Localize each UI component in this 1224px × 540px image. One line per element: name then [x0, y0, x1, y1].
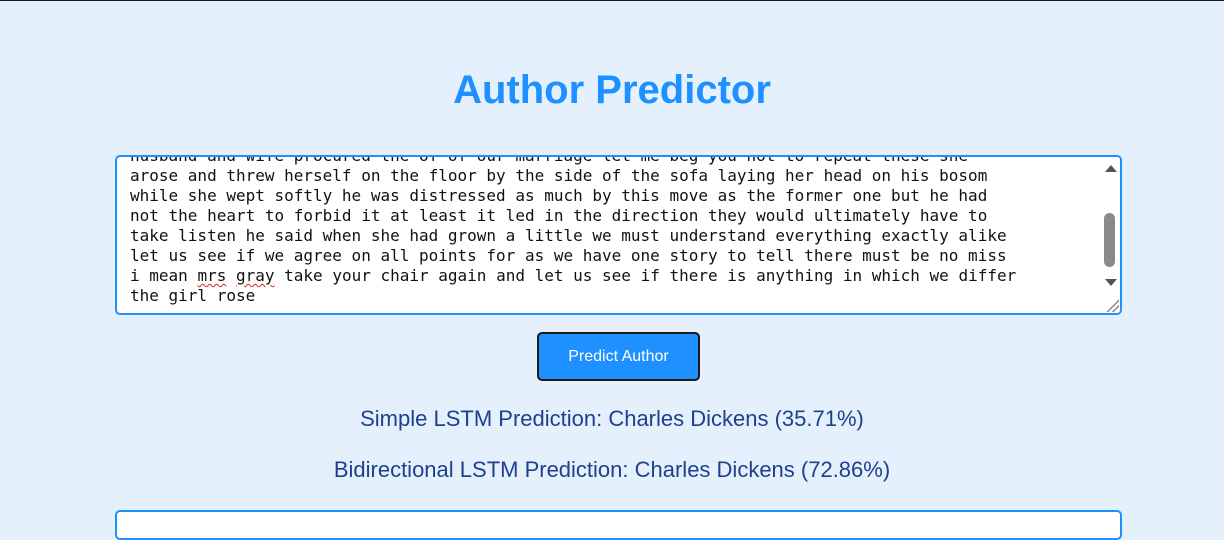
text-line-segment [226, 266, 236, 285]
scroll-thumb[interactable] [1104, 213, 1115, 267]
text-line-segment: i mean [130, 266, 198, 285]
text-line: the girl rose [130, 286, 256, 305]
text-line: arose and threw herself on the floor by … [130, 166, 988, 185]
page-title: Author Predictor [453, 68, 771, 112]
bidirectional-lstm-result: Bidirectional LSTM Prediction: Charles D… [333, 457, 891, 482]
predict-author-button[interactable]: Predict Author [537, 332, 700, 381]
text-line: husband and wife procured the of of our … [130, 155, 969, 165]
text-input-content[interactable]: husband and wife procured the of of our … [130, 155, 1100, 306]
text-line: not the heart to forbid it at least it l… [130, 206, 988, 225]
textarea-scrollbar[interactable] [1100, 157, 1120, 313]
scroll-up-arrow-icon[interactable] [1105, 165, 1117, 172]
scroll-down-arrow-icon[interactable] [1105, 279, 1117, 286]
text-line: take listen he said when she had grown a… [130, 226, 1007, 245]
simple-lstm-result: Simple LSTM Prediction: Charles Dickens … [360, 406, 864, 431]
resize-grip-icon[interactable] [1105, 298, 1119, 312]
text-line: let us see if we agree on all points for… [130, 246, 1007, 265]
misspelled-word: gray [235, 266, 275, 285]
output-box [115, 510, 1122, 540]
text-input-area[interactable]: husband and wife procured the of of our … [115, 155, 1122, 315]
text-line: while she wept softly he was distressed … [130, 186, 988, 205]
misspelled-word: mrs [197, 266, 227, 285]
text-line-segment: take your chair again and let us see if … [274, 266, 1017, 285]
